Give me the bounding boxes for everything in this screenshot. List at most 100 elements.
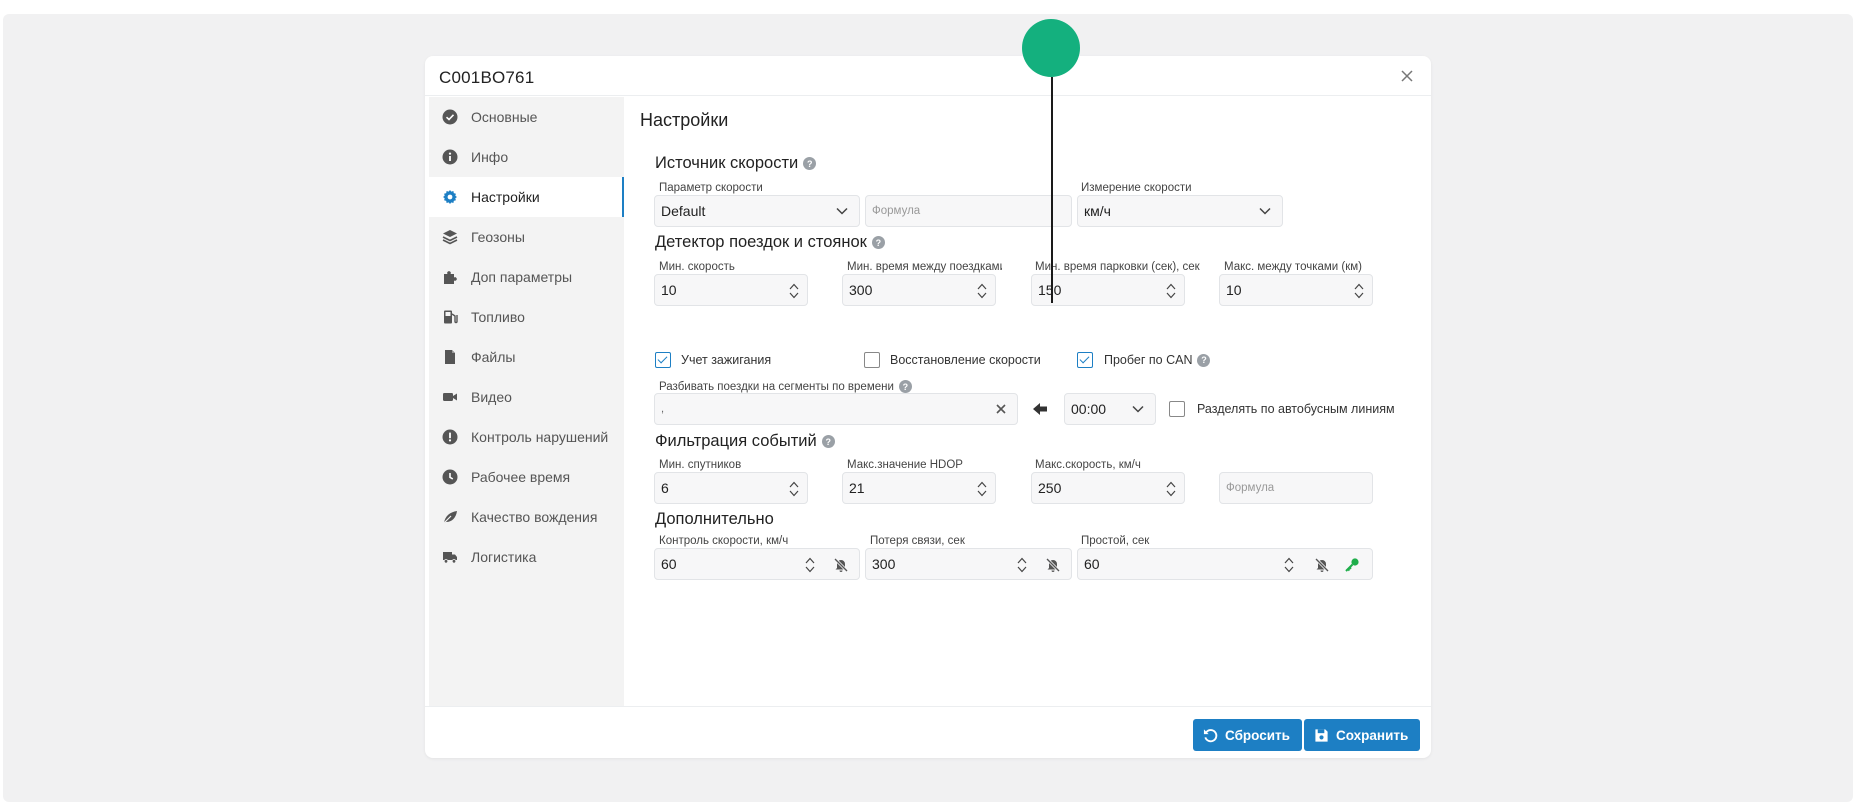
fuel-icon — [441, 308, 459, 326]
sidebar-item-label: Инфо — [471, 149, 509, 165]
bus-lines-checkbox[interactable] — [1169, 401, 1185, 417]
sidebar-item-fuel[interactable]: Топливо — [429, 297, 624, 337]
sidebar-item-violations[interactable]: Контроль нарушений — [429, 417, 624, 457]
arrow-left-icon[interactable] — [1031, 400, 1049, 418]
sidebar-item-info[interactable]: Инфо — [429, 137, 624, 177]
save-button[interactable]: Сохранить — [1304, 719, 1421, 751]
sidebar-item-label: Геозоны — [471, 229, 525, 245]
speed-control-label: Контроль скорости, км/ч — [659, 535, 789, 547]
time-select[interactable]: 00:00 — [1064, 393, 1156, 425]
gear-icon — [441, 188, 459, 206]
trip-detector-title: Детектор поездок и стоянок? — [655, 233, 885, 252]
alert-icon — [441, 428, 459, 446]
max-hdop-stepper[interactable]: 21 — [842, 472, 996, 504]
bell-off-icon[interactable] — [1314, 557, 1330, 573]
spinner-icon[interactable] — [1017, 556, 1027, 574]
min-speed-label: Мин. скорость — [659, 261, 735, 273]
spinner-icon[interactable] — [1354, 282, 1364, 300]
file-icon — [441, 348, 459, 366]
modal-header: C001BO761 — [425, 56, 1431, 96]
key-icon[interactable] — [1344, 557, 1360, 573]
close-button[interactable] — [1397, 66, 1417, 86]
speed-unit-label: Измерение скорости — [1081, 182, 1192, 194]
help-icon[interactable]: ? — [1197, 353, 1211, 367]
connection-loss-stepper[interactable]: 300 — [865, 548, 1072, 580]
max-speed-label: Макс.скорость, км/ч — [1035, 459, 1141, 471]
sidebar-item-files[interactable]: Файлы — [429, 337, 624, 377]
sidebar-item-label: Логистика — [471, 549, 537, 565]
spinner-icon[interactable] — [1166, 282, 1176, 300]
min-time-between-trips-stepper[interactable]: 300 — [842, 274, 996, 306]
annotation-marker-dot — [1022, 19, 1080, 77]
truck-icon — [441, 548, 459, 566]
chevron-down-icon — [836, 207, 848, 215]
bell-off-icon[interactable] — [833, 557, 849, 573]
max-between-points-label: Макс. между точками (км) — [1224, 261, 1362, 273]
speed-restore-checkbox[interactable] — [864, 352, 880, 368]
speed-param-label: Параметр скорости — [659, 182, 763, 194]
min-satellites-stepper[interactable]: 6 — [654, 472, 808, 504]
spinner-icon[interactable] — [805, 556, 815, 574]
max-speed-stepper[interactable]: 250 — [1031, 472, 1185, 504]
check-circle-icon — [441, 108, 459, 126]
can-mileage-checkbox-label: Пробег по CAN? — [1104, 353, 1211, 367]
help-icon[interactable]: ? — [871, 236, 885, 249]
can-mileage-checkbox[interactable] — [1077, 352, 1093, 368]
close-icon — [1401, 70, 1413, 82]
spinner-icon[interactable] — [977, 282, 987, 300]
reset-button[interactable]: Сбросить — [1193, 719, 1302, 751]
spinner-icon[interactable] — [977, 480, 987, 498]
connection-loss-label: Потеря связи, сек — [870, 535, 965, 547]
sidebar-item-main[interactable]: Основные — [429, 97, 624, 137]
sidebar-item-label: Топливо — [471, 309, 525, 325]
page-title: Настройки — [640, 110, 729, 130]
min-speed-stepper[interactable]: 10 — [654, 274, 808, 306]
spinner-icon[interactable] — [1284, 556, 1294, 574]
speed-formula-input[interactable]: Формула — [865, 195, 1072, 227]
sidebar-item-extra-params[interactable]: Доп параметры — [429, 257, 624, 297]
idle-label: Простой, сек — [1081, 535, 1150, 547]
help-icon[interactable]: ? — [821, 435, 835, 448]
idle-stepper[interactable]: 60 — [1077, 548, 1373, 580]
speed-control-stepper[interactable]: 60 — [654, 548, 860, 580]
leaf-icon — [441, 508, 459, 526]
split-trips-input[interactable]: , — [654, 393, 1018, 425]
split-trips-label: Разбивать поездки на сегменты по времени… — [659, 380, 912, 393]
chevron-down-icon — [1259, 207, 1271, 215]
speed-param-select[interactable]: Default — [654, 195, 860, 227]
video-icon — [441, 388, 459, 406]
min-satellites-label: Мин. спутников — [659, 459, 742, 471]
spinner-icon[interactable] — [789, 282, 799, 300]
bus-lines-checkbox-label: Разделять по автобусным линиям — [1197, 402, 1395, 416]
speed-restore-checkbox-label: Восстановление скорости — [890, 353, 1041, 367]
max-between-points-stepper[interactable]: 10 — [1219, 274, 1373, 306]
spinner-icon[interactable] — [789, 480, 799, 498]
undo-icon — [1203, 728, 1218, 742]
event-filter-title: Фильтрация событий? — [655, 432, 835, 451]
min-time-between-trips-label: Мин. время между поездками, сек — [847, 261, 1002, 273]
sidebar-item-driving-quality[interactable]: Качество вождения — [429, 497, 624, 537]
bell-off-icon[interactable] — [1045, 557, 1061, 573]
sidebar-item-settings[interactable]: Настройки — [429, 177, 624, 217]
sidebar-item-video[interactable]: Видео — [429, 377, 624, 417]
max-hdop-label: Макс.значение HDOP — [847, 459, 963, 471]
min-parking-time-stepper[interactable]: 150 — [1031, 274, 1185, 306]
sidebar-item-geozones[interactable]: Геозоны — [429, 217, 624, 257]
sidebar-item-label: Качество вождения — [471, 509, 598, 525]
ignition-checkbox[interactable] — [655, 352, 671, 368]
clear-icon[interactable] — [993, 401, 1009, 417]
event-formula-input[interactable]: Формула — [1219, 472, 1373, 504]
help-icon[interactable]: ? — [803, 157, 817, 170]
spinner-icon[interactable] — [1166, 480, 1176, 498]
sidebar-item-label: Файлы — [471, 349, 516, 365]
sidebar-item-logistics[interactable]: Логистика — [429, 537, 624, 577]
speed-unit-select[interactable]: км/ч — [1077, 195, 1283, 227]
extra-title: Дополнительно — [655, 510, 774, 528]
sidebar-item-label: Видео — [471, 389, 512, 405]
min-parking-time-label: Мин. время парковки (сек), сек — [1035, 261, 1200, 273]
annotation-marker-line — [1051, 77, 1053, 303]
sidebar-item-label: Основные — [471, 109, 538, 125]
sidebar-item-work-time[interactable]: Рабочее время — [429, 457, 624, 497]
help-icon[interactable]: ? — [898, 380, 912, 393]
save-icon — [1315, 728, 1328, 742]
